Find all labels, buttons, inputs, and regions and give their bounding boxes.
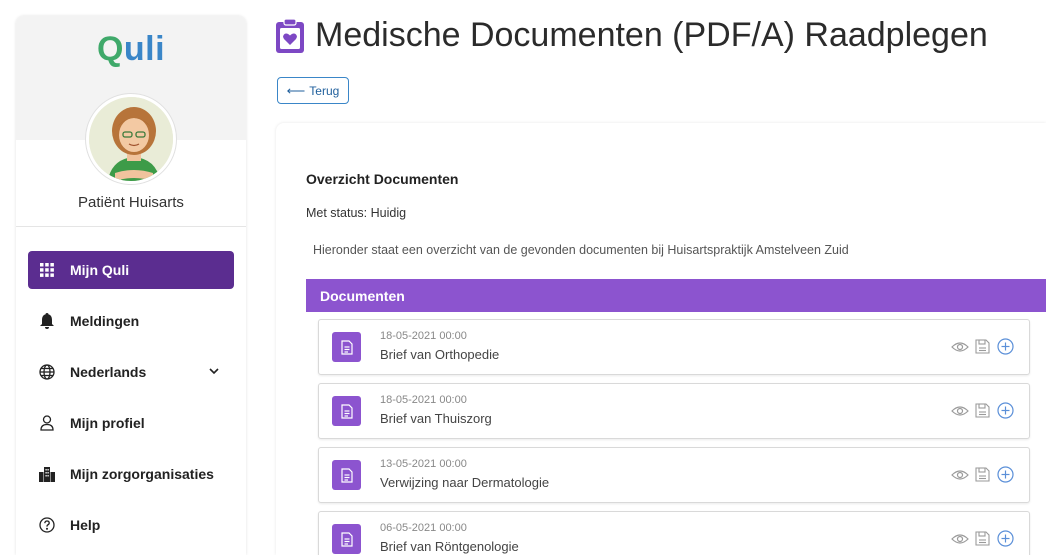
document-icon <box>332 332 361 362</box>
page-title: Medische Documenten (PDF/A) Raadplegen <box>315 16 988 54</box>
bell-icon <box>38 312 56 330</box>
add-circle-icon[interactable] <box>996 529 1015 548</box>
sidebar: Quli Patiënt Huisarts Mijn Quli Meldinge… <box>16 16 246 555</box>
document-icon <box>332 396 361 426</box>
back-button-label: Terug <box>309 83 340 98</box>
quli-logo[interactable]: Quli <box>16 30 246 69</box>
help-circle-icon <box>38 516 56 534</box>
document-icon <box>332 524 361 554</box>
documents-header: Documenten <box>306 279 1046 312</box>
sidebar-item-nederlands[interactable]: Nederlands <box>28 353 234 391</box>
sidebar-item-label: Mijn Quli <box>70 262 130 278</box>
save-icon[interactable] <box>973 529 992 548</box>
chevron-down-icon[interactable] <box>208 364 220 380</box>
eye-icon[interactable] <box>950 529 969 548</box>
globe-icon <box>38 363 56 381</box>
document-card[interactable]: 06-05-2021 00:00 Brief van Röntgenologie <box>318 511 1030 555</box>
sidebar-item-mijn-profiel[interactable]: Mijn profiel <box>28 404 234 442</box>
document-actions <box>950 337 1015 356</box>
document-actions <box>950 529 1015 548</box>
sidebar-item-meldingen[interactable]: Meldingen <box>28 302 234 340</box>
user-name: Patiënt Huisarts <box>78 194 184 211</box>
document-card[interactable]: 18-05-2021 00:00 Brief van Thuiszorg <box>318 383 1030 439</box>
avatar[interactable] <box>86 94 176 184</box>
sidebar-item-label: Meldingen <box>70 313 140 329</box>
sidebar-nav: Mijn Quli Meldingen Nederlands Mijn prof… <box>28 251 234 555</box>
back-button[interactable]: ⟵ Terug <box>277 77 349 104</box>
page-header: Medische Documenten (PDF/A) Raadplegen <box>275 16 988 55</box>
add-circle-icon[interactable] <box>996 337 1015 356</box>
sidebar-item-label: Mijn zorgorganisaties <box>70 466 214 482</box>
document-title: Brief van Thuiszorg <box>380 411 492 426</box>
sidebar-item-mijn-zorgorganisaties[interactable]: Mijn zorgorganisaties <box>28 455 234 493</box>
save-icon[interactable] <box>973 465 992 484</box>
sidebar-item-mijn-quli[interactable]: Mijn Quli <box>28 251 234 289</box>
clipboard-heart-icon <box>275 17 305 54</box>
add-circle-icon[interactable] <box>996 465 1015 484</box>
add-circle-icon[interactable] <box>996 401 1015 420</box>
arrow-left-icon: ⟵ <box>286 82 306 98</box>
save-icon[interactable] <box>973 401 992 420</box>
eye-icon[interactable] <box>950 465 969 484</box>
eye-icon[interactable] <box>950 337 969 356</box>
intro-text: Hieronder staat een overzicht van de gev… <box>313 243 849 257</box>
document-icon <box>332 460 361 490</box>
document-card[interactable]: 13-05-2021 00:00 Verwijzing naar Dermato… <box>318 447 1030 503</box>
user-icon <box>38 414 56 432</box>
document-date: 18-05-2021 00:00 <box>380 394 467 406</box>
sidebar-item-label: Nederlands <box>70 364 147 380</box>
document-date: 13-05-2021 00:00 <box>380 458 467 470</box>
eye-icon[interactable] <box>950 401 969 420</box>
sidebar-item-help[interactable]: Help <box>28 506 234 544</box>
sidebar-item-label: Help <box>70 517 101 533</box>
panel-heading: Overzicht Documenten <box>306 171 459 187</box>
sidebar-divider <box>16 226 246 227</box>
save-icon[interactable] <box>973 337 992 356</box>
grid-icon <box>38 261 56 279</box>
sidebar-item-label: Mijn profiel <box>70 415 145 431</box>
document-date: 18-05-2021 00:00 <box>380 330 467 342</box>
document-actions <box>950 401 1015 420</box>
status-text: Met status: Huidig <box>306 206 407 220</box>
document-list: 18-05-2021 00:00 Brief van Orthopedie 18… <box>318 319 1030 555</box>
documents-header-label: Documenten <box>320 287 405 304</box>
documents-panel: Overzicht Documenten Met status: Huidig … <box>276 123 1046 555</box>
building-icon <box>38 465 56 483</box>
document-title: Brief van Röntgenologie <box>380 539 519 554</box>
document-card[interactable]: 18-05-2021 00:00 Brief van Orthopedie <box>318 319 1030 375</box>
document-title: Brief van Orthopedie <box>380 347 500 362</box>
document-actions <box>950 465 1015 484</box>
document-date: 06-05-2021 00:00 <box>380 522 467 534</box>
document-title: Verwijzing naar Dermatologie <box>380 475 550 490</box>
